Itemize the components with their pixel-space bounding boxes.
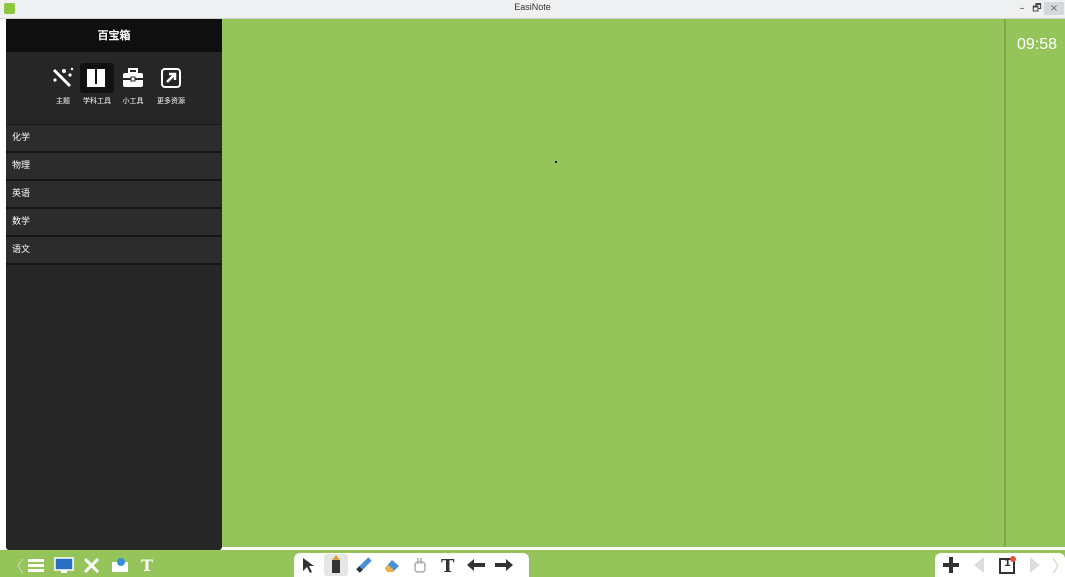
tab-label: 更多资源 bbox=[157, 97, 185, 105]
cloud-folder-icon[interactable] bbox=[108, 554, 132, 576]
select-icon[interactable] bbox=[296, 554, 320, 576]
menu-icon[interactable] bbox=[24, 554, 48, 576]
page-nav-group: 1 bbox=[935, 553, 1065, 577]
subject-item-chinese[interactable]: 语文 bbox=[6, 237, 222, 265]
page-icon[interactable]: 1 bbox=[995, 554, 1019, 576]
drawing-tool-group: T bbox=[294, 553, 529, 577]
hand-icon[interactable] bbox=[408, 554, 432, 576]
redo-icon[interactable] bbox=[492, 554, 516, 576]
next-page-icon[interactable] bbox=[1023, 554, 1047, 576]
text-icon[interactable]: T bbox=[436, 554, 460, 576]
tab-more-resources[interactable]: 更多资源 bbox=[152, 63, 190, 113]
tab-theme[interactable]: 主题 bbox=[44, 63, 82, 113]
toolbox-icon bbox=[116, 63, 150, 93]
external-link-icon bbox=[154, 63, 188, 93]
magic-wand-icon bbox=[46, 63, 80, 93]
pen-icon[interactable] bbox=[324, 554, 348, 576]
tools-icon[interactable] bbox=[80, 554, 104, 576]
highlighter-icon[interactable] bbox=[352, 554, 376, 576]
left-tool-group: T bbox=[22, 553, 170, 577]
subject-item-math[interactable]: 数学 bbox=[6, 209, 222, 237]
tab-label: 学科工具 bbox=[83, 97, 111, 105]
clock: 09:58 bbox=[1016, 36, 1057, 53]
page-number: 1 bbox=[1004, 558, 1011, 569]
tab-label: 主题 bbox=[56, 97, 70, 105]
subject-list: 化学 物理 英语 数学 语文 bbox=[6, 124, 222, 265]
tab-small-tools[interactable]: 小工具 bbox=[114, 63, 152, 113]
canvas-dot bbox=[555, 161, 557, 163]
add-page-icon[interactable] bbox=[939, 554, 963, 576]
maximize-button[interactable]: 🗗 bbox=[1029, 2, 1045, 15]
panel-title: 百宝箱 bbox=[6, 19, 222, 52]
tab-label: 小工具 bbox=[122, 97, 144, 105]
svg-text:T: T bbox=[441, 556, 455, 574]
screen-icon[interactable] bbox=[52, 554, 76, 576]
panel-tabs: 主题 学科工具 小工具 更多资源 bbox=[6, 52, 222, 124]
subject-item-chemistry[interactable]: 化学 bbox=[6, 125, 222, 153]
treasure-box-panel: 百宝箱 主题 学科工具 小工具 更多资源 化学 物理 英语 数学 语文 bbox=[6, 19, 222, 550]
whiteboard-canvas[interactable] bbox=[222, 19, 1004, 547]
svg-text:T: T bbox=[141, 556, 153, 574]
right-strip: 09:58 bbox=[1004, 19, 1065, 547]
chevron-right-icon[interactable]: 〉 bbox=[1052, 553, 1065, 577]
prev-page-icon[interactable] bbox=[967, 554, 991, 576]
undo-icon[interactable] bbox=[464, 554, 488, 576]
title-bar: EasiNote – 🗗 × bbox=[0, 0, 1065, 19]
subject-item-english[interactable]: 英语 bbox=[6, 181, 222, 209]
text-style-icon[interactable]: T bbox=[136, 554, 160, 576]
minimize-button[interactable]: – bbox=[1014, 2, 1030, 15]
book-icon bbox=[80, 63, 114, 93]
window-title: EasiNote bbox=[514, 2, 551, 12]
eraser-icon[interactable] bbox=[380, 554, 404, 576]
tab-subject-tools[interactable]: 学科工具 bbox=[78, 63, 116, 113]
subject-item-physics[interactable]: 物理 bbox=[6, 153, 222, 181]
close-button[interactable]: × bbox=[1044, 2, 1064, 15]
